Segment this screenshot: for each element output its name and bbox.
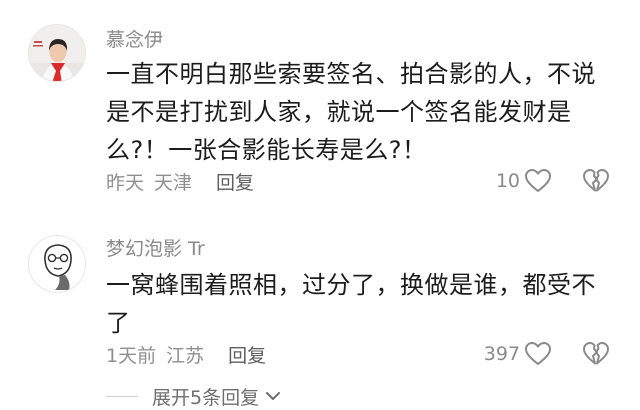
chevron-down-icon [266,392,281,400]
like-button[interactable]: 10 [496,168,552,194]
expand-replies-label: 展开5条回复 [152,386,260,409]
expand-replies-button[interactable]: 展开5条回复 [106,384,281,409]
comment-item: 梦幻泡影 Tr 一窝蜂围着照相，过分了，换做是谁，都受不了 1天前 江苏 回复 39… [0,222,640,372]
heart-outline-icon [525,342,551,365]
reply-button[interactable]: 回复 [228,345,266,367]
user-avatar[interactable] [28,24,86,82]
divider-line [106,395,138,397]
comment-item: 慕念伊 一直不明白那些索要签名、拍合影的人，不说是不是打扰到人家，就说一个签名能… [0,0,640,210]
cartoon-sketch-avatar-icon [29,236,85,292]
like-count: 10 [495,170,520,192]
comment-time: 昨天 [106,172,145,194]
person-photo-avatar-icon [29,25,85,81]
comment-username[interactable]: 慕念伊 [106,25,163,52]
comment-text: 一直不明白那些索要签名、拍合影的人，不说是不是打扰到人家，就说一个签名能发财是么… [106,60,596,164]
comment-location: 天津 [154,172,193,194]
reply-button[interactable]: 回复 [216,172,254,194]
like-button[interactable]: 397 [484,341,552,367]
dislike-button[interactable] [582,168,610,194]
comment-meta: 昨天 天津 回复 [106,168,254,195]
comment-location: 江苏 [166,345,205,367]
dislike-button[interactable] [582,341,610,367]
comment-text: 一窝蜂围着照相，过分了，换做是谁，都受不了 [106,271,596,337]
comment-time: 1天前 [106,345,157,367]
comment-meta: 1天前 江苏 回复 [106,341,266,368]
like-count: 397 [483,343,520,365]
comment-username[interactable]: 梦幻泡影 Tr [106,234,205,261]
broken-heart-icon [583,342,609,365]
user-avatar[interactable] [28,235,86,293]
broken-heart-icon [583,169,609,192]
heart-outline-icon [525,169,551,192]
